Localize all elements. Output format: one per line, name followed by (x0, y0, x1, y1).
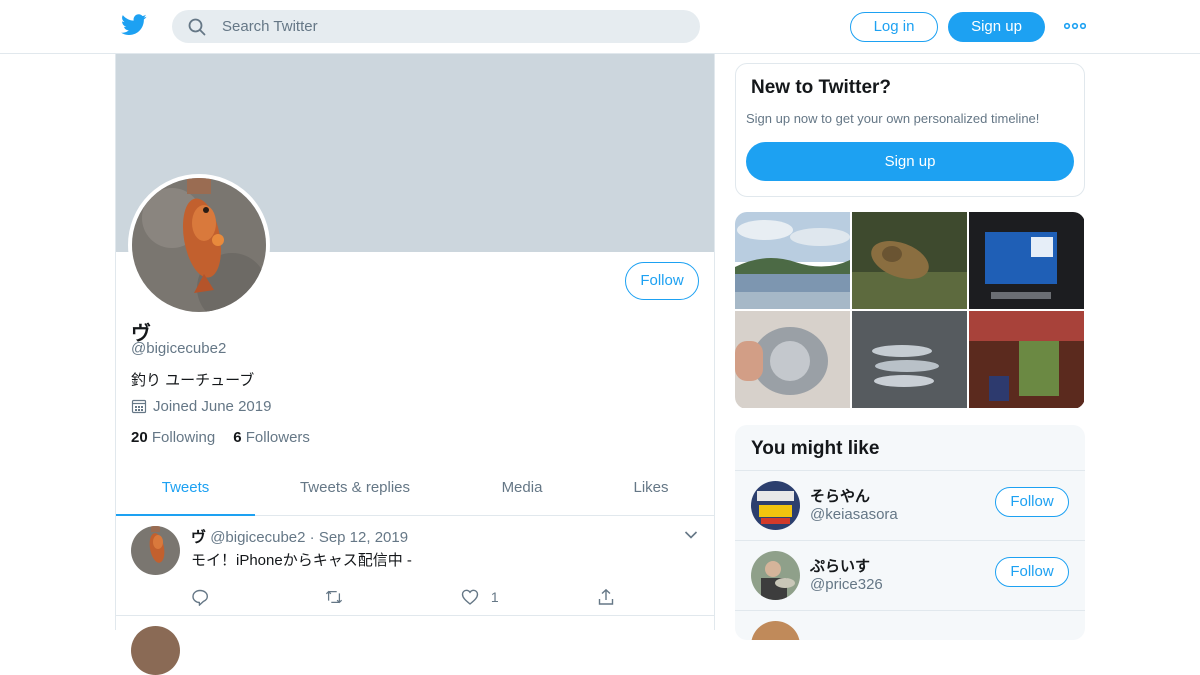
tab-media[interactable]: Media (482, 464, 562, 516)
tab-tweets[interactable]: Tweets (116, 464, 255, 516)
signup-button[interactable]: Sign up (948, 12, 1045, 42)
followers-label: Followers (245, 429, 310, 446)
media-thumbnail[interactable] (969, 212, 1084, 309)
search-input[interactable] (222, 10, 682, 43)
signup-card: New to Twitter? Sign up now to get your … (735, 63, 1085, 197)
media-grid (735, 212, 1085, 409)
suggestion-avatar[interactable] (751, 621, 800, 640)
login-button[interactable]: Log in (850, 12, 938, 42)
suggestion-follow-button[interactable]: Follow (995, 557, 1069, 587)
chevron-down-icon[interactable] (684, 530, 698, 540)
search-icon (188, 18, 206, 36)
followers-link[interactable]: 6 Followers (233, 429, 310, 446)
top-nav-bar: Log in Sign up (0, 0, 1200, 54)
search-box[interactable] (172, 10, 700, 43)
profile-bio: 釣り ユーチューブ (131, 372, 255, 389)
suggestion-item[interactable]: そらやん @keiasasora Follow (735, 470, 1085, 540)
twitter-bird-icon[interactable] (121, 14, 147, 36)
like-count: 1 (490, 589, 499, 605)
following-label: Following (151, 429, 216, 446)
follow-button[interactable]: Follow (625, 262, 699, 300)
profile-column: Follow ヴ @bigicecube2 釣り ユーチューブ Joined J… (115, 54, 715, 675)
media-thumbnail[interactable] (735, 311, 850, 408)
tab-likes[interactable]: Likes (616, 464, 686, 516)
media-thumbnail[interactable] (969, 311, 1084, 408)
signup-card-text: Sign up now to get your own personalized… (746, 111, 1040, 126)
tab-tweets-replies[interactable]: Tweets & replies (286, 464, 424, 516)
reply-button[interactable] (191, 588, 209, 608)
reply-icon (192, 589, 209, 606)
tweet-date[interactable]: Sep 12, 2019 (319, 529, 408, 546)
profile-tabs: Tweets Tweets & replies Media Likes (116, 464, 714, 516)
sidebar-signup-button[interactable]: Sign up (746, 142, 1074, 181)
tweet-avatar[interactable] (131, 526, 180, 575)
media-thumbnail[interactable] (735, 212, 850, 309)
tweet-author-name[interactable]: ヴ (191, 529, 206, 546)
suggestion-avatar[interactable] (751, 551, 800, 600)
tweet-header: ヴ @bigicecube2 · Sep 12, 2019 (191, 526, 408, 547)
following-count: 20 (131, 429, 148, 446)
suggestion-item[interactable]: ぷらいす @price326 Follow (735, 540, 1085, 610)
profile-avatar[interactable] (128, 174, 270, 316)
more-icon[interactable] (1064, 18, 1086, 34)
tweet-separator: · (309, 529, 315, 546)
followers-count: 6 (233, 429, 242, 446)
suggestion-handle: @keiasasora (810, 506, 898, 523)
profile-joined: Joined June 2019 (131, 398, 271, 415)
like-button[interactable]: 1 (461, 588, 499, 608)
profile-stats: 20 Following 6 Followers (131, 429, 310, 446)
share-button[interactable] (597, 588, 615, 608)
joined-date-text: Joined June 2019 (153, 398, 272, 415)
suggestions-title: You might like (751, 438, 880, 459)
tweet-avatar-next[interactable] (131, 626, 180, 675)
suggestion-handle: @price326 (810, 576, 883, 593)
suggestion-avatar[interactable] (751, 481, 800, 530)
share-icon (598, 588, 614, 605)
suggestions-card: You might like そらやん @keiasasora Follow ぷ… (735, 425, 1085, 640)
retweet-button[interactable] (325, 588, 343, 608)
suggestion-follow-button[interactable]: Follow (995, 487, 1069, 517)
tweet-actions: 1 (191, 588, 631, 608)
media-thumbnail[interactable] (852, 311, 967, 408)
tweet-author-handle[interactable]: @bigicecube2 (210, 529, 305, 546)
suggestion-item[interactable] (735, 610, 1085, 640)
media-thumbnail[interactable] (852, 212, 967, 309)
retweet-icon (325, 590, 343, 604)
following-link[interactable]: 20 Following (131, 429, 215, 446)
profile-handle: @bigicecube2 (131, 340, 227, 357)
suggestion-name[interactable]: ぷらいす (810, 555, 870, 576)
tweet-item[interactable]: ヴ @bigicecube2 · Sep 12, 2019 モイ！iPhoneか… (116, 516, 714, 616)
tweet-text: モイ！iPhoneからキャス配信中 - (191, 552, 412, 569)
calendar-icon (131, 399, 147, 414)
signup-card-title: New to Twitter? (751, 77, 892, 98)
suggestion-name[interactable]: そらやん (810, 485, 870, 506)
heart-icon (461, 589, 479, 605)
